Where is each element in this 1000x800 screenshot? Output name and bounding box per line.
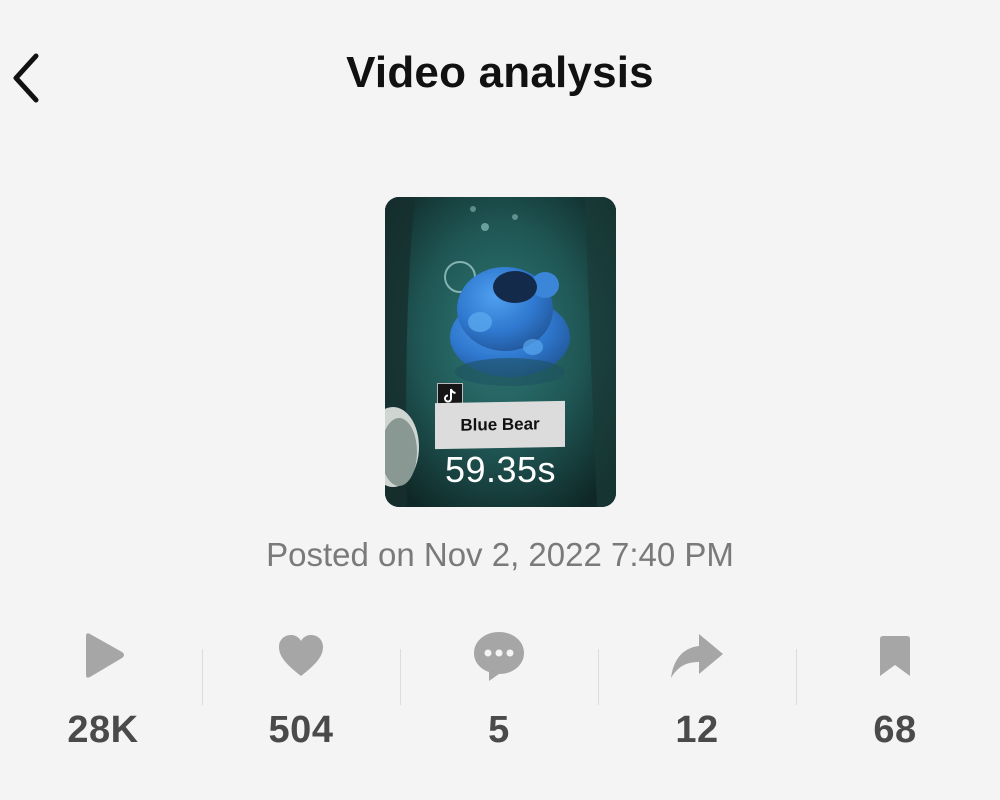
heart-icon	[271, 625, 331, 687]
divider	[202, 649, 203, 705]
video-thumbnail[interactable]: Blue Bear 59.35s	[385, 197, 616, 507]
stat-saves[interactable]: 68	[796, 625, 994, 765]
video-label: Blue Bear	[435, 400, 565, 450]
divider	[598, 649, 599, 705]
divider	[400, 649, 401, 705]
video-duration: 59.35s	[444, 449, 557, 490]
posted-date: Posted on Nov 2, 2022 7:40 PM	[266, 536, 734, 573]
comment-icon	[469, 625, 529, 687]
stat-value: 12	[675, 709, 719, 751]
stats-row: 28K 504 5 12 68	[4, 625, 994, 765]
stat-value: 504	[268, 709, 334, 751]
stat-shares[interactable]: 12	[598, 625, 796, 765]
video-analysis-page: Video analysis Blue Bear 59.35s Posted o…	[0, 0, 1000, 800]
stat-likes[interactable]: 504	[202, 625, 400, 765]
stat-comments[interactable]: 5	[400, 625, 598, 765]
stat-value: 5	[488, 709, 510, 751]
page-title: Video analysis	[346, 48, 654, 97]
play-icon	[73, 625, 133, 687]
stat-views[interactable]: 28K	[4, 625, 202, 765]
divider	[796, 649, 797, 705]
stat-value: 28K	[67, 709, 139, 751]
stat-value: 68	[873, 709, 917, 751]
share-icon	[667, 625, 727, 687]
bookmark-icon	[865, 625, 925, 687]
